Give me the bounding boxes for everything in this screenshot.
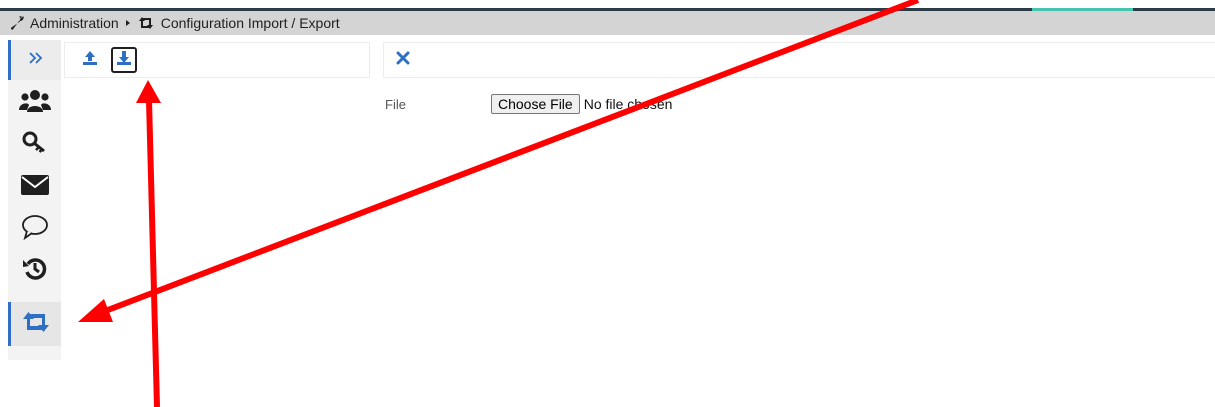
close-button[interactable]	[390, 47, 416, 73]
sidebar-expand-button[interactable]	[8, 40, 61, 80]
detail-toolbar-panel	[383, 42, 1215, 78]
choose-file-button[interactable]: Choose File	[491, 94, 580, 114]
upload-icon	[82, 50, 98, 71]
breadcrumb: Administration Configuration Import / Ex…	[0, 11, 1215, 35]
retweet-icon	[21, 311, 51, 338]
file-label: File	[385, 97, 406, 112]
sidebar-item-mail[interactable]	[8, 166, 61, 208]
retweet-icon	[137, 16, 155, 30]
arrow-to-download-button	[136, 80, 161, 407]
breadcrumb-current: Configuration Import / Export	[160, 15, 340, 31]
sidebar-item-users[interactable]	[8, 82, 61, 124]
key-icon	[22, 130, 48, 161]
download-button[interactable]	[111, 47, 137, 73]
top-bar	[0, 0, 1215, 12]
sidebar-item-messages[interactable]	[8, 208, 61, 250]
expand-icon	[28, 51, 44, 70]
toolbar-panel	[64, 42, 370, 78]
breadcrumb-root[interactable]: Administration	[30, 15, 119, 31]
users-icon	[18, 88, 51, 119]
sidebar-item-keys[interactable]	[8, 124, 61, 166]
upload-button[interactable]	[77, 47, 103, 73]
sidebar-item-history[interactable]	[8, 250, 61, 292]
download-icon	[116, 50, 132, 71]
file-input[interactable]: Choose File No file chosen	[491, 94, 672, 114]
no-file-text: No file chosen	[583, 96, 673, 112]
sidebar	[8, 40, 61, 360]
history-icon	[22, 256, 48, 287]
comment-icon	[21, 214, 49, 245]
sidebar-item-config-import-export[interactable]	[8, 302, 61, 346]
envelope-icon	[20, 174, 50, 201]
wrench-icon	[10, 16, 26, 30]
close-icon	[396, 51, 410, 70]
caret-right-icon	[125, 18, 131, 28]
